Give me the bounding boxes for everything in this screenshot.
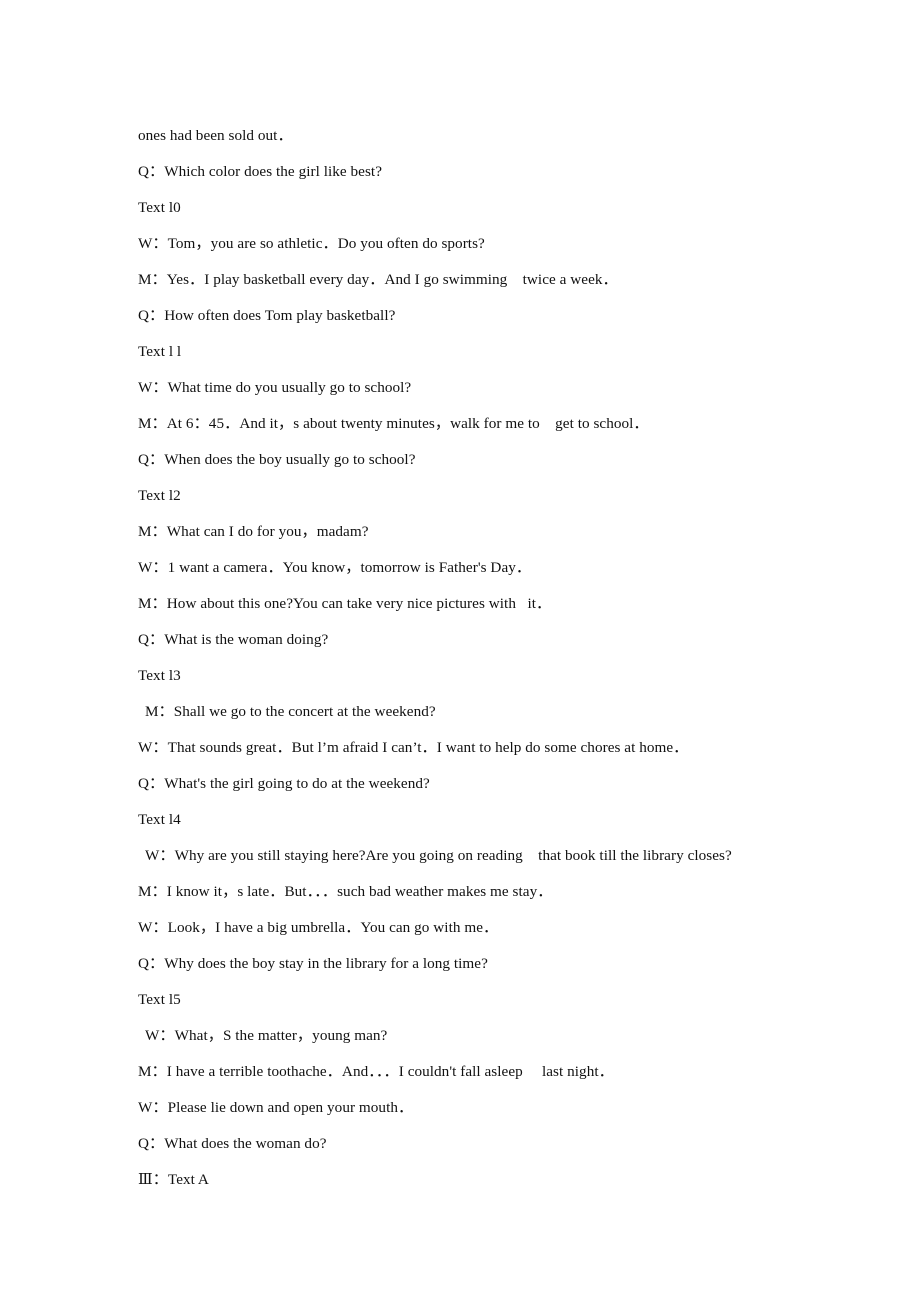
transcript-line-t11-m1: M：At 6：45．And it，s about twenty minutes，… [138,415,649,432]
transcript-line-t14-m1: M：I know it，s late．But．．．such bad weathe… [138,883,553,900]
transcript-line-head-text-13: Text l3 [138,667,181,684]
transcript-line-t12-w1: W：1 want a camera．You know，tomorrow is F… [138,559,532,576]
transcript-line-t10-w1: W：Tom，you are so athletic．Do you often d… [138,235,485,252]
transcript-line-head-text-14: Text l4 [138,811,181,828]
document-page: ones had been sold out． Q：Which color doe… [0,0,920,1302]
transcript-line-t12-m1: M：What can I do for you，madam? [138,523,369,540]
transcript-line-section-iii: Ⅲ：Text A [138,1171,209,1188]
transcript-line-t12-q: Q：What is the woman doing? [138,631,329,648]
transcript-line-t15-w1: W：What，S the matter，young man? [145,1027,388,1044]
transcript-line-t12-m2: M：How about this one?You can take very n… [138,595,552,612]
transcript-line-t13-m1: M：Shall we go to the concert at the week… [145,703,436,720]
transcript-line-t14-q: Q：Why does the boy stay in the library f… [138,955,488,972]
transcript-line-head-text-11: Text l l [138,343,182,360]
transcript-line-cont-sold-out: ones had been sold out． [138,127,293,144]
transcript-line-head-text-10: Text l0 [138,199,181,216]
transcript-line-t15-m1: M：I have a terrible toothache．And．．．I co… [138,1063,614,1080]
transcript-line-t15-w2: W：Please lie down and open your mouth． [138,1099,414,1116]
transcript-line-t10-q: Q：How often does Tom play basketball? [138,307,396,324]
transcript-line-q-09: Q：Which color does the girl like best? [138,163,382,180]
transcript-line-t11-q: Q：When does the boy usually go to school… [138,451,416,468]
transcript-body: ones had been sold out． Q：Which color doe… [138,118,838,1198]
transcript-line-t10-m1: M：Yes．I play basketball every day．And I … [138,271,618,288]
transcript-line-t14-w2: W：Look，I have a big umbrella．You can go … [138,919,499,936]
transcript-line-t11-w1: W：What time do you usually go to school? [138,379,412,396]
transcript-line-t15-q: Q：What does the woman do? [138,1135,327,1152]
transcript-line-head-text-12: Text l2 [138,487,181,504]
transcript-line-t13-q: Q：What's the girl going to do at the wee… [138,775,430,792]
transcript-line-t13-w1: W：That sounds great．But l’m afraid I can… [138,739,689,756]
transcript-line-t14-w1: W：Why are you still staying here?Are you… [145,847,732,864]
transcript-line-head-text-15: Text l5 [138,991,181,1008]
